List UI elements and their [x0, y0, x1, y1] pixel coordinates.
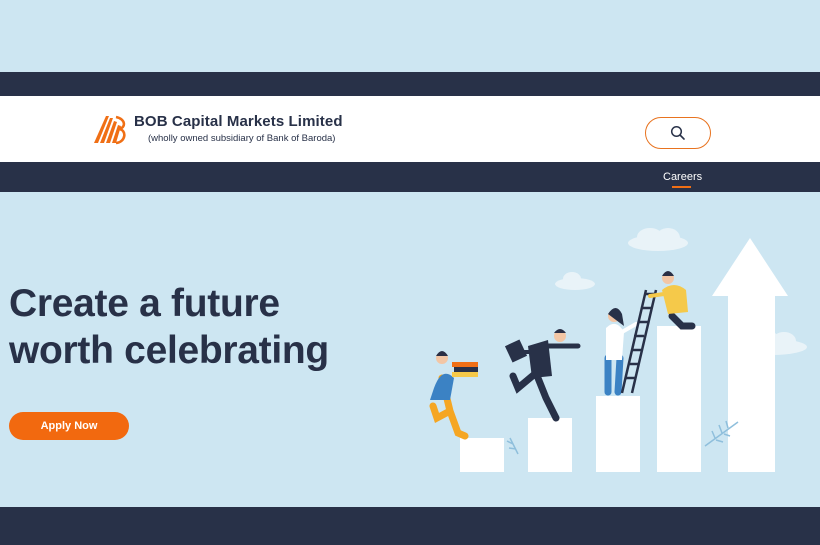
nav-item-careers[interactable]: Careers	[663, 171, 702, 183]
step-blocks	[460, 326, 701, 472]
hero-headline-line1: Create a future	[9, 282, 280, 325]
bottom-dark-band	[0, 507, 820, 545]
brand-title: BOB Capital Markets Limited	[134, 113, 343, 130]
bob-logo-icon[interactable]	[92, 113, 128, 145]
top-dark-strip	[0, 72, 820, 96]
search-icon	[670, 125, 685, 140]
person-carrying-books	[429, 351, 478, 440]
person-with-briefcase	[504, 329, 581, 422]
ladder-shape	[620, 289, 658, 394]
growth-illustration	[429, 228, 807, 472]
top-background-band	[0, 0, 820, 72]
search-button[interactable]	[645, 117, 711, 149]
hero-headline-line2: worth celebrating	[9, 329, 329, 372]
hero-headline: Create a future worth celebrating	[9, 280, 329, 374]
brand-subtitle: (wholly owned subsidiary of Bank of Baro…	[148, 133, 336, 144]
apply-now-button[interactable]: Apply Now	[9, 412, 129, 440]
nav-active-indicator	[672, 186, 691, 188]
person-at-top	[648, 271, 696, 330]
up-arrow-shape	[712, 238, 788, 472]
